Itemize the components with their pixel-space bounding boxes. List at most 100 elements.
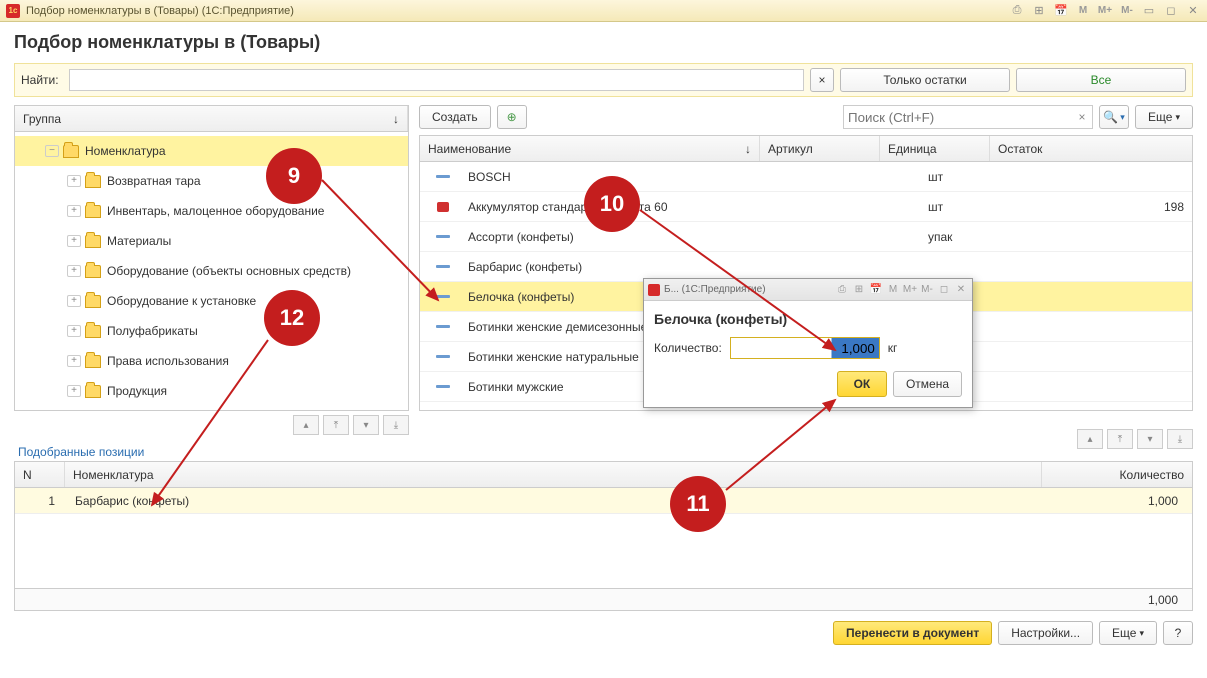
expand-icon[interactable]: + [67,385,81,397]
cell-unit: упак [920,230,1030,244]
print-icon[interactable]: ⎙ [1009,3,1025,19]
tree-item-label: Оборудование к установке [107,294,256,308]
m-icon[interactable]: M [1075,3,1091,19]
annotation-12: 12 [264,290,320,346]
d-close-icon[interactable]: ✕ [954,283,968,297]
page-down-button[interactable]: ▾ [1137,429,1163,449]
calc-icon[interactable]: ⊞ [1031,3,1047,19]
app-logo: 1с [6,4,20,18]
search-clear-icon[interactable]: × [1072,110,1092,124]
d-print-icon[interactable]: ⎙ [835,283,849,297]
folder-icon [85,355,101,368]
tree-item-label: Инвентарь, малоценное оборудование [107,204,324,218]
help-button[interactable]: ? [1163,621,1193,645]
tree-item[interactable]: +Возвратная тара [15,166,408,196]
d-mminus-icon[interactable]: M- [920,283,934,297]
selected-row[interactable]: 1 Барбарис (конфеты) 1,000 [15,488,1192,514]
col-article[interactable]: Артикул [760,136,880,161]
close-icon[interactable]: ✕ [1185,3,1201,19]
tree-item[interactable]: + Оборудование к установке [15,286,408,316]
m-minus-icon[interactable]: M- [1119,3,1135,19]
search-input[interactable] [844,106,1072,128]
qty-input[interactable] [730,337,880,359]
cell-name: Ассорти (конфеты) [460,230,800,244]
col-unit[interactable]: Единица [880,136,990,161]
d-calc-icon[interactable]: ⊞ [852,283,866,297]
d-restore-icon[interactable]: ◻ [937,283,951,297]
item-icon [436,325,450,328]
cell-name: BOSCH [460,170,800,184]
grid-row[interactable]: Аккумулятор стандартный Варта 60шт198 [420,192,1192,222]
maximize-icon[interactable]: ◻ [1163,3,1179,19]
search-box[interactable]: × [843,105,1093,129]
col-quantity[interactable]: Количество [1042,462,1192,487]
calendar-icon[interactable]: 📅 [1053,3,1069,19]
footer-more-button[interactable]: Еще ▾ [1099,621,1157,645]
tree-item[interactable]: +Полуфабрикаты [15,316,408,346]
expand-icon[interactable]: + [67,325,81,337]
page-top-button[interactable]: ⤒ [1107,429,1133,449]
cell-unit: шт [920,200,1030,214]
total-row: 1,000 [15,588,1192,610]
dialog-title: Б... (1С:Предприятие) [664,284,831,295]
expand-icon[interactable]: + [67,205,81,217]
expand-icon[interactable]: + [67,355,81,367]
tree-root[interactable]: − Номенклатура [15,136,408,166]
tree-item-label: Оборудование (объекты основных средств) [107,264,351,278]
group-header[interactable]: Группа ↓ [15,106,408,131]
right-toolbar: Создать ⊕ × 🔍 Еще ▾ [419,105,1193,129]
expand-icon[interactable]: + [67,295,81,307]
tree-item[interactable]: +Права использования [15,346,408,376]
item-icon [437,202,449,212]
find-input[interactable] [69,69,804,91]
create-button[interactable]: Создать [419,105,491,129]
tree-item-label: Материалы [107,234,171,248]
row-qty: 1,000 [1042,494,1192,508]
col-n[interactable]: N [15,462,65,487]
page-bottom-button[interactable]: ⤓ [383,415,409,435]
settings-button[interactable]: Настройки... [998,621,1093,645]
cancel-button[interactable]: Отмена [893,371,962,397]
d-mplus-icon[interactable]: M+ [903,283,917,297]
all-button[interactable]: Все [1016,68,1186,92]
tree-root-label: Номенклатура [85,144,166,158]
right-pager: ▴ ⤒ ▾ ⤓ [1077,425,1193,453]
tree-item[interactable]: + Инвентарь, малоценное оборудование [15,196,408,226]
tree-item[interactable]: + Материалы [15,226,408,256]
d-m-icon[interactable]: M [886,283,900,297]
grid-row[interactable]: BOSCHшт [420,162,1192,192]
m-plus-icon[interactable]: M+ [1097,3,1113,19]
find-label: Найти: [21,73,59,87]
page-up-button[interactable]: ▴ [1077,429,1103,449]
col-rest[interactable]: Остаток [990,136,1192,161]
page-up-button[interactable]: ▴ [293,415,319,435]
page-bottom-button[interactable]: ⤓ [1167,429,1193,449]
selected-title: Подобранные позиции [18,445,1193,459]
annotation-11: 11 [670,476,726,532]
create-folder-button[interactable]: ⊕ [497,105,527,129]
transfer-button[interactable]: Перенести в документ [833,621,992,645]
page-title: Подбор номенклатуры в (Товары) [14,32,1193,53]
expand-icon[interactable]: + [67,175,81,187]
collapse-icon[interactable]: − [45,145,59,157]
tree-item[interactable]: +Продукция [15,376,408,406]
only-stock-button[interactable]: Только остатки [840,68,1010,92]
col-name[interactable]: Наименование↓ [420,136,760,161]
d-cal-icon[interactable]: 📅 [869,283,883,297]
find-clear-button[interactable]: × [810,68,834,92]
expand-icon[interactable]: + [67,265,81,277]
search-options-button[interactable]: 🔍 [1099,105,1129,129]
item-icon [436,385,450,388]
page-top-button[interactable]: ⤒ [323,415,349,435]
grid-row[interactable]: Ассорти (конфеты) упак [420,222,1192,252]
expand-icon[interactable]: + [67,235,81,247]
more-button[interactable]: Еще ▾ [1135,105,1193,129]
row-n: 1 [15,494,65,508]
item-icon [436,355,450,358]
unit-label: кг [888,341,898,355]
page-down-button[interactable]: ▾ [353,415,379,435]
ok-button[interactable]: ОК [837,371,887,397]
tree-item[interactable]: + Оборудование (объекты основных средств) [15,256,408,286]
minimize-icon[interactable]: ▭ [1141,3,1157,19]
col-nomenclature[interactable]: Номенклатура [65,462,1042,487]
